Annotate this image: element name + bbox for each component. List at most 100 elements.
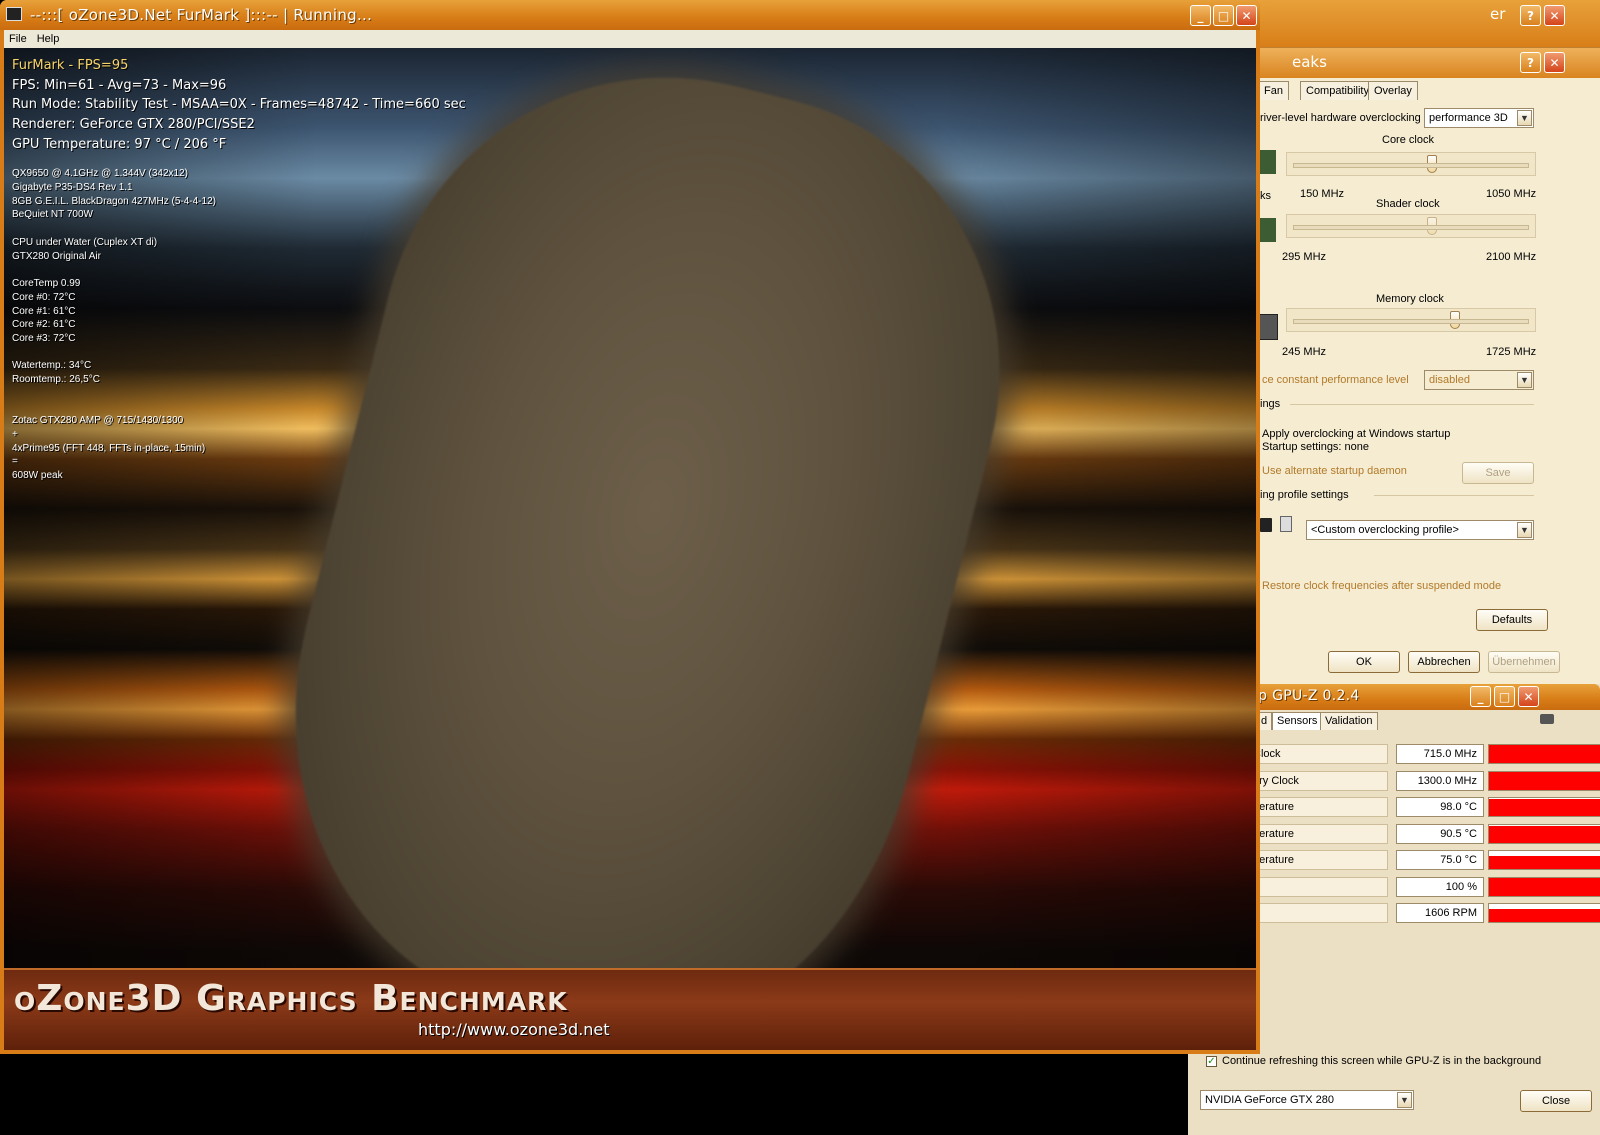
close-icon[interactable]: ✕	[1544, 5, 1565, 26]
shader-clock-label: Shader clock	[1376, 198, 1440, 210]
profile-select[interactable]: <Custom overclocking profile> ▼	[1306, 520, 1534, 540]
ok-button[interactable]: OK	[1328, 651, 1400, 673]
note-line: =	[12, 456, 18, 467]
furmark-titlebar: --:::[ oZone3D.Net FurMark ]:::-- | Runn…	[0, 0, 1260, 30]
core-clock-min: 150 MHz	[1300, 188, 1345, 200]
memory-clock-min: 245 MHz	[1282, 346, 1327, 358]
core-clock-left-fragment: ks	[1260, 190, 1271, 202]
restore-clocks-label[interactable]: Restore clock frequencies after suspende…	[1262, 580, 1501, 592]
banner-url[interactable]: http://www.ozone3d.net	[418, 1020, 610, 1039]
memory-clock-thumb[interactable]	[1450, 311, 1461, 329]
core-clock-max: 1050 MHz	[1486, 188, 1537, 200]
note-line: Watertemp.: 34°C	[12, 360, 92, 371]
note-line: Core #2: 61°C	[12, 319, 76, 330]
startup-settings-status: Startup settings: none	[1262, 441, 1370, 453]
tuner-window: er ? ✕ eaks ? ✕ Fan Compatibility Overla…	[1240, 0, 1600, 691]
close-icon[interactable]: ✕	[1518, 686, 1539, 707]
sensor-value: 1300.0 MHz	[1396, 771, 1484, 791]
sensor-label: perature	[1248, 797, 1388, 817]
furmark-title: --:::[ oZone3D.Net FurMark ]:::-- | Runn…	[30, 6, 373, 24]
sensor-graph-fill	[1489, 856, 1600, 869]
minimize-icon[interactable]: _	[1190, 5, 1211, 26]
core-clock-slider[interactable]	[1286, 152, 1536, 176]
alternate-daemon-label[interactable]: Use alternate startup daemon	[1262, 465, 1407, 477]
profile-settings-header: ing profile settings	[1260, 489, 1349, 501]
tuner-back-titlebar: er ? ✕	[1240, 0, 1600, 50]
note-line: Core #0: 72°C	[12, 292, 76, 303]
fps-stats: FPS: Min=61 - Avg=73 - Max=96	[12, 78, 227, 93]
defaults-button[interactable]: Defaults	[1476, 609, 1548, 631]
driver-mode-select[interactable]: performance 3D ▼	[1424, 108, 1534, 128]
sensor-graph	[1488, 903, 1600, 923]
sensor-graph-fill	[1489, 826, 1600, 843]
banner-logo-text: oZone3D Graphics Benchmark	[14, 978, 568, 1019]
sensor-label: d	[1248, 877, 1388, 897]
performance-level-select[interactable]: disabled ▼	[1424, 370, 1534, 390]
sensor-graph	[1488, 877, 1600, 897]
trash-icon[interactable]	[1280, 516, 1292, 532]
note-line: CoreTemp 0.99	[12, 278, 81, 289]
sensor-value: 75.0 °C	[1396, 850, 1484, 870]
tab-overlay[interactable]: Overlay	[1368, 81, 1418, 100]
note-line: Roomtemp.: 26,5°C	[12, 374, 100, 385]
note-line: 8GB G.E.I.L. BlackDragon 427MHz (5-4-4-1…	[12, 196, 216, 207]
sensor-label: d	[1248, 903, 1388, 923]
app-icon[interactable]	[6, 7, 22, 21]
memory-clock-max: 1725 MHz	[1486, 346, 1537, 358]
performance-level-value: disabled	[1429, 374, 1470, 386]
sensor-graph-fill	[1489, 878, 1600, 896]
sensor-graph	[1488, 744, 1600, 764]
maximize-icon[interactable]: □	[1494, 686, 1515, 707]
cancel-button[interactable]: Abbrechen	[1408, 651, 1480, 673]
sensor-value: 90.5 °C	[1396, 824, 1484, 844]
save-button[interactable]: Save	[1462, 462, 1534, 484]
fps-title: FurMark - FPS=95	[12, 58, 129, 73]
save-profile-icon[interactable]	[1260, 518, 1272, 532]
sensor-graph	[1488, 850, 1600, 870]
camera-icon[interactable]	[1540, 714, 1554, 724]
sensor-value: 100 %	[1396, 877, 1484, 897]
tab-fan[interactable]: Fan	[1258, 81, 1289, 100]
close-icon[interactable]: ✕	[1544, 52, 1565, 73]
core-clock-thumb[interactable]	[1427, 155, 1438, 173]
menu-help[interactable]: Help	[32, 30, 65, 48]
menu-file[interactable]: File	[4, 30, 32, 48]
help-button[interactable]: ?	[1520, 52, 1541, 73]
profile-value: <Custom overclocking profile>	[1311, 524, 1459, 536]
shader-clock-slider[interactable]	[1286, 214, 1536, 238]
continue-refresh-checkbox[interactable]: ✓	[1206, 1056, 1217, 1067]
shader-clock-min: 295 MHz	[1282, 251, 1327, 263]
note-line: Gigabyte P35-DS4 Rev 1.1	[12, 182, 133, 193]
gpu-select[interactable]: NVIDIA GeForce GTX 280 ▼	[1200, 1090, 1414, 1110]
close-button[interactable]: Close	[1520, 1090, 1592, 1112]
note-line: Core #3: 72°C	[12, 333, 76, 344]
benchmark-banner: oZone3D Graphics Benchmark http://www.oz…	[4, 968, 1256, 1050]
note-line: Core #1: 61°C	[12, 306, 76, 317]
shader-clock-thumb[interactable]	[1427, 217, 1438, 235]
minimize-icon[interactable]: _	[1470, 686, 1491, 707]
close-icon[interactable]: ✕	[1236, 5, 1257, 26]
memory-clock-slider[interactable]	[1286, 308, 1536, 332]
renderer: Renderer: GeForce GTX 280/PCI/SSE2	[12, 117, 255, 132]
tab-compatibility[interactable]: Compatibility	[1300, 81, 1375, 100]
sensor-graph-fill	[1489, 909, 1600, 922]
gpu-select-value: NVIDIA GeForce GTX 280	[1205, 1094, 1334, 1106]
sensor-value: 1606 RPM	[1396, 903, 1484, 923]
sensor-list: Clock 715.0 MHz ory Clock 1300.0 MHz perat…	[1248, 744, 1600, 984]
chevron-down-icon: ▼	[1517, 522, 1532, 538]
fur-object	[228, 48, 1060, 1050]
chevron-down-icon: ▼	[1517, 110, 1532, 126]
chevron-down-icon: ▼	[1397, 1092, 1412, 1108]
note-line: CPU under Water (Cuplex XT di)	[12, 237, 158, 248]
apply-startup-checkbox-label[interactable]: Apply overclocking at Windows startup	[1262, 428, 1450, 440]
driver-overclocking-label: river-level hardware overclocking	[1260, 112, 1421, 124]
maximize-icon[interactable]: □	[1213, 5, 1234, 26]
chevron-down-icon: ▼	[1517, 372, 1532, 388]
apply-button[interactable]: Übernehmen	[1488, 651, 1560, 673]
help-button[interactable]: ?	[1520, 5, 1541, 26]
tab-validation[interactable]: Validation	[1320, 712, 1378, 730]
note-line: QX9650 @ 4.1GHz @ 1.344V (342x12)	[12, 168, 188, 179]
sensor-graph	[1488, 797, 1600, 817]
tab-sensors[interactable]: Sensors	[1272, 712, 1323, 730]
sensor-label: ory Clock	[1248, 771, 1388, 791]
